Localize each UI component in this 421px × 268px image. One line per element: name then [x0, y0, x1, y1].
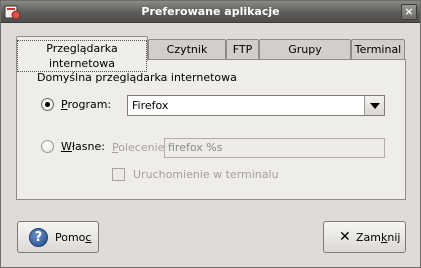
tab-browser[interactable]: Przeglądarka internetowa [16, 36, 148, 72]
dialog-window: Preferowane aplikacje × Przeglądarka int… [0, 0, 421, 268]
command-input[interactable]: firefox %s [164, 138, 385, 158]
run-in-terminal-checkbox[interactable] [112, 168, 125, 181]
dropdown-arrow-icon[interactable] [364, 96, 384, 115]
help-button[interactable]: ? Pomoc [17, 221, 99, 253]
close-button[interactable]: ✕ Zamknij [323, 221, 406, 253]
section-label: Domyślna przeglądarka internetowa [37, 71, 237, 84]
browser-panel: Domyślna przeglądarka internetowa Progra… [16, 59, 406, 200]
custom-label: Własne: [61, 140, 105, 153]
tab-label: Terminal [354, 43, 402, 56]
tab-label: FTP [232, 43, 253, 56]
command-label: Polecenie: [112, 141, 169, 154]
tab-ftp[interactable]: FTP [226, 39, 259, 60]
program-radio[interactable] [41, 98, 54, 111]
tab-terminal[interactable]: Terminal [351, 39, 405, 60]
help-button-label: Pomoc [55, 231, 92, 244]
program-label: Program: [61, 98, 112, 111]
close-icon: ✕ [339, 229, 351, 245]
window-title: Preferowane aplikacje [141, 5, 280, 18]
tab-newsgroups[interactable]: Grupy dyskusyjne [259, 39, 351, 75]
help-icon: ? [29, 228, 48, 247]
close-icon: × [404, 5, 414, 18]
program-combobox[interactable]: Firefox [127, 95, 385, 116]
run-in-terminal-label: Uruchomienie w terminalu [133, 168, 279, 181]
window-close-button[interactable]: × [401, 4, 417, 20]
program-selected-value: Firefox [132, 99, 169, 112]
title-bar[interactable]: Preferowane aplikacje × [1, 1, 420, 23]
tab-label: Przeglądarka internetowa [17, 40, 147, 72]
tab-mail-reader[interactable]: Czytnik poczty [148, 39, 226, 75]
custom-radio[interactable] [41, 140, 54, 153]
close-button-label: Zamknij [356, 231, 401, 244]
